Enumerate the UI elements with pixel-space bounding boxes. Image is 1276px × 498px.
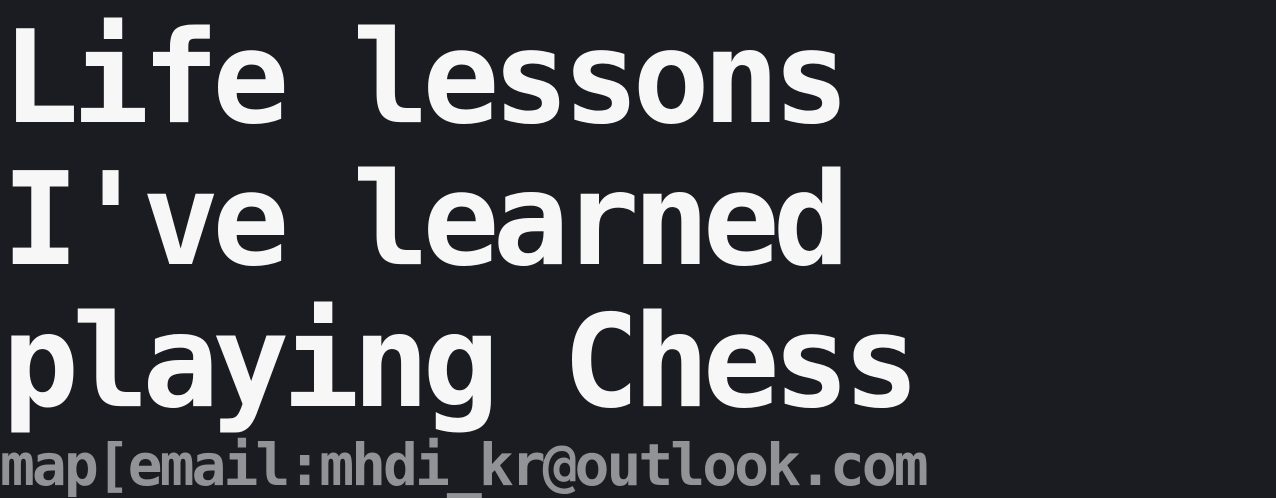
title-line: Life lessons xyxy=(2,4,850,153)
title-line: playing Chess xyxy=(2,288,920,437)
author-meta: map[email:mhdi_kr@outlook.com xyxy=(0,431,929,498)
og-image-card: Life lessons I've learned playing Chess … xyxy=(0,0,1276,498)
article-title: Life lessons I've learned playing Chess xyxy=(2,4,920,437)
title-line: I've learned xyxy=(2,146,850,295)
